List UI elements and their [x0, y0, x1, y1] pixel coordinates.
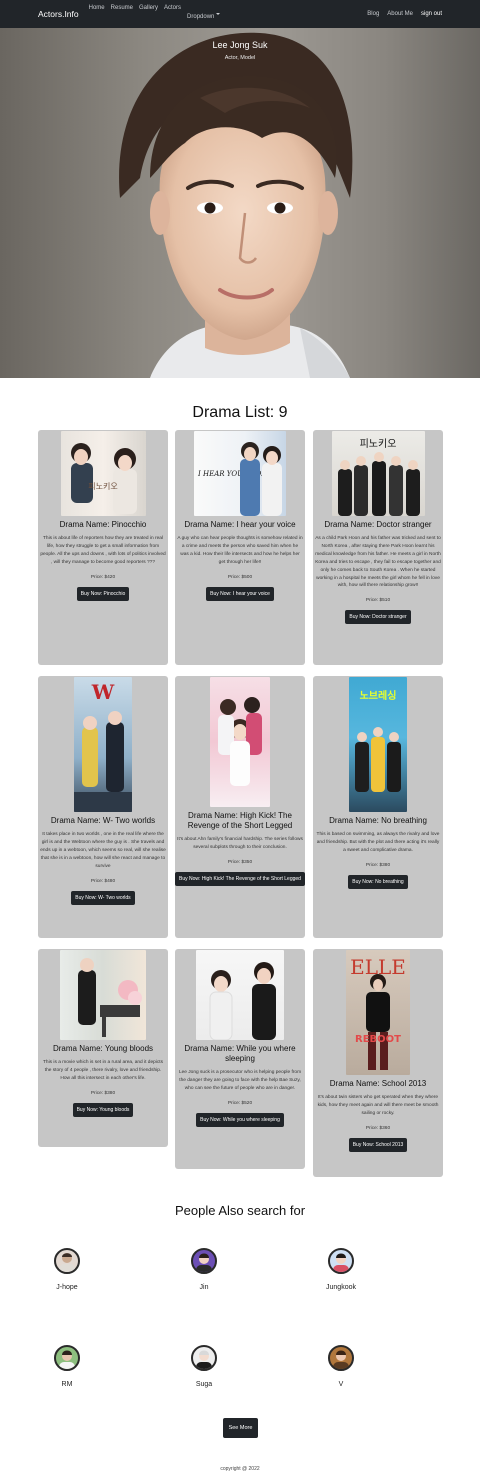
nav-blog[interactable]: Blog	[367, 11, 379, 17]
drama-description: Lee Jong suck is a prosecutor who is hel…	[178, 1070, 302, 1091]
nav-resume[interactable]: Resume	[111, 5, 133, 23]
buy-now-button[interactable]: Buy Now: I hear your voice	[206, 586, 274, 601]
drama-description: This is about life of reporters how they…	[40, 536, 166, 565]
drama-description: This is based on swimming, as always the…	[316, 832, 440, 853]
buy-now-button[interactable]: Buy Now: Doctor stranger	[345, 610, 411, 625]
poster-label: W	[91, 680, 115, 704]
drama-description: It takes place in two worlds , one in th…	[40, 832, 166, 869]
drama-name: Drama Name: While you where sleeping	[184, 1044, 296, 1063]
person-name: Suga	[195, 1381, 213, 1388]
drama-poster: 피노키오	[331, 431, 425, 516]
buy-now-button[interactable]: Buy Now: Pinocchio	[76, 586, 130, 601]
nav-dropdown-label: Dropdown	[187, 14, 215, 20]
person-card-v[interactable]: V	[301, 1345, 381, 1388]
avatar	[54, 1345, 80, 1371]
drama-card: Drama Name: High Kick! The Revenge of th…	[175, 676, 305, 938]
person-name: V	[338, 1381, 344, 1388]
drama-poster: 피노키오	[60, 431, 146, 516]
nav-left: Home Resume Gallery Actors Dropdown	[89, 5, 221, 23]
svg-text:REBOOT: REBOOT	[355, 1034, 401, 1045]
drama-poster	[196, 950, 284, 1040]
see-more-button[interactable]: See More	[223, 1418, 258, 1438]
drama-name: Drama Name: High Kick! The Revenge of th…	[187, 811, 293, 830]
drama-price: Price: $480	[90, 878, 116, 884]
drama-poster	[210, 677, 270, 807]
drama-name: Drama Name: Doctor stranger	[324, 520, 432, 529]
drama-description: This is a movie which is set in a rural …	[43, 1060, 163, 1081]
avatar	[191, 1345, 217, 1371]
person-card-j-hope[interactable]: J-hope	[27, 1248, 107, 1291]
drama-card: I HEAR YOUR VOICE Drama Name: I hear you…	[175, 430, 305, 665]
person-name: Jungkook	[326, 1284, 356, 1291]
drama-name: Drama Name: Young bloods	[52, 1044, 154, 1053]
drama-name: Drama Name: I hear your voice	[184, 520, 296, 529]
nav-sign-out[interactable]: sign out	[421, 11, 442, 17]
drama-card: Drama Name: Young bloods This is a movie…	[38, 949, 168, 1147]
drama-card: 노브레싱 Drama Name: No breathing This is ba…	[313, 676, 443, 938]
drama-card: W Drama Name: W- Two worlds It takes pla…	[38, 676, 168, 938]
drama-card: 피노키오 Drama Name: Doctor stranger As a ch…	[313, 430, 443, 665]
nav-right: Blog About Me sign out	[367, 11, 442, 17]
nav-actors[interactable]: Actors	[164, 5, 181, 23]
drama-description: It's about twin sisters who get sperated…	[317, 1095, 439, 1116]
drama-price: Price: $510	[365, 598, 391, 604]
person-name: RM	[61, 1381, 73, 1388]
drama-name: Drama Name: Pinocchio	[59, 520, 147, 529]
drama-name: Drama Name: No breathing	[329, 816, 427, 825]
nav-home[interactable]: Home	[89, 5, 105, 23]
drama-poster: W	[74, 677, 132, 812]
drama-price: Price: $380	[90, 1090, 116, 1096]
poster-label: 피노키오	[88, 482, 117, 491]
buy-now-button[interactable]: Buy Now: While you where sleeping	[196, 1112, 284, 1127]
drama-price: Price: $350	[227, 859, 253, 865]
drama-description: As a child Park Hoon and his father was …	[315, 536, 441, 589]
person-name: J-hope	[56, 1284, 78, 1291]
drama-description: A guy who can hear people thoughts is so…	[177, 536, 303, 565]
brand-logo[interactable]: Actors.Info	[38, 9, 79, 19]
drama-price: Price: $420	[90, 574, 116, 580]
person-card-jungkook[interactable]: Jungkook	[301, 1248, 381, 1291]
buy-now-button[interactable]: Buy Now: High Kick! The Revenge of the S…	[175, 871, 305, 886]
avatar	[328, 1345, 354, 1371]
drama-poster	[60, 950, 146, 1040]
person-card-suga[interactable]: Suga	[164, 1345, 244, 1388]
person-card-rm[interactable]: RM	[27, 1345, 107, 1388]
person-card-jin[interactable]: Jin	[164, 1248, 244, 1291]
hero-portrait	[119, 32, 353, 378]
hero-title: Lee Jong Suk	[212, 40, 268, 50]
navbar: Actors.Info Home Resume Gallery Actors D…	[0, 0, 480, 28]
footer-copyright: copyright @ 2022	[220, 1466, 260, 1472]
drama-name: Drama Name: W- Two worlds	[50, 816, 156, 825]
caret-down-icon	[216, 12, 221, 15]
buy-now-button[interactable]: Buy Now: No breathing	[348, 874, 408, 889]
drama-card: 피노키오 Drama Name: Pinocchio This is about…	[38, 430, 168, 665]
drama-poster: ELLE REBOOT	[346, 950, 410, 1075]
people-also-search-title: People Also search for	[174, 1203, 306, 1218]
drama-card: ELLE REBOOT Drama Name: School 2013 It's…	[313, 949, 443, 1177]
hero-banner: Lee Jong Suk Actor, Model	[0, 28, 480, 378]
nav-about-me[interactable]: About Me	[387, 11, 413, 17]
drama-description: It's about Ahn family's financial hardsh…	[177, 837, 303, 850]
drama-poster: I HEAR YOUR VOICE	[194, 431, 286, 516]
avatar	[328, 1248, 354, 1274]
drama-card: Drama Name: While you where sleeping Lee…	[175, 949, 305, 1169]
drama-poster: 노브레싱	[349, 677, 407, 812]
drama-price: Price: $520	[227, 1100, 253, 1106]
nav-gallery[interactable]: Gallery	[139, 5, 158, 23]
drama-price: Price: $360	[365, 1125, 391, 1131]
poster-label: 노브레싱	[360, 689, 397, 702]
avatar	[54, 1248, 80, 1274]
person-name: Jin	[199, 1284, 209, 1291]
poster-label: 피노키오	[359, 438, 396, 450]
buy-now-button[interactable]: Buy Now: Young bloods	[72, 1102, 134, 1117]
drama-price: Price: $500	[227, 574, 253, 580]
drama-price: Price: $380	[365, 862, 391, 868]
buy-now-button[interactable]: Buy Now: School 2013	[348, 1137, 408, 1152]
drama-list-title: Drama List: 9	[192, 404, 288, 421]
hero-subtitle: Actor, Model	[224, 55, 256, 61]
avatar	[191, 1248, 217, 1274]
buy-now-button[interactable]: Buy Now: W- Two worlds	[71, 890, 135, 905]
drama-name: Drama Name: School 2013	[329, 1079, 427, 1088]
nav-dropdown[interactable]: Dropdown	[187, 5, 221, 23]
